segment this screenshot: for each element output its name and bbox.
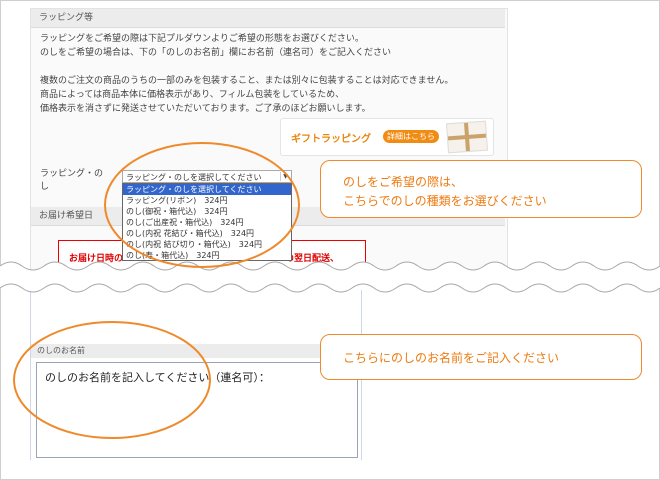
select-hint-line2: こちらでのしの種類をお選びください [343,194,547,208]
select-highlight-ellipse [104,142,300,268]
name-hint-callout: こちらにのしのお名前をご記入ください [320,334,642,380]
select-hint-line1: のしをご希望の際は、 [343,175,464,189]
name-hint-text: こちらにのしのお名前をご記入ください [343,351,560,365]
name-highlight-ellipse [13,321,211,439]
annotation-overlay [0,142,660,439]
select-hint-callout: のしをご希望の際は、 こちらでのしの種類をお選びください [320,160,642,218]
